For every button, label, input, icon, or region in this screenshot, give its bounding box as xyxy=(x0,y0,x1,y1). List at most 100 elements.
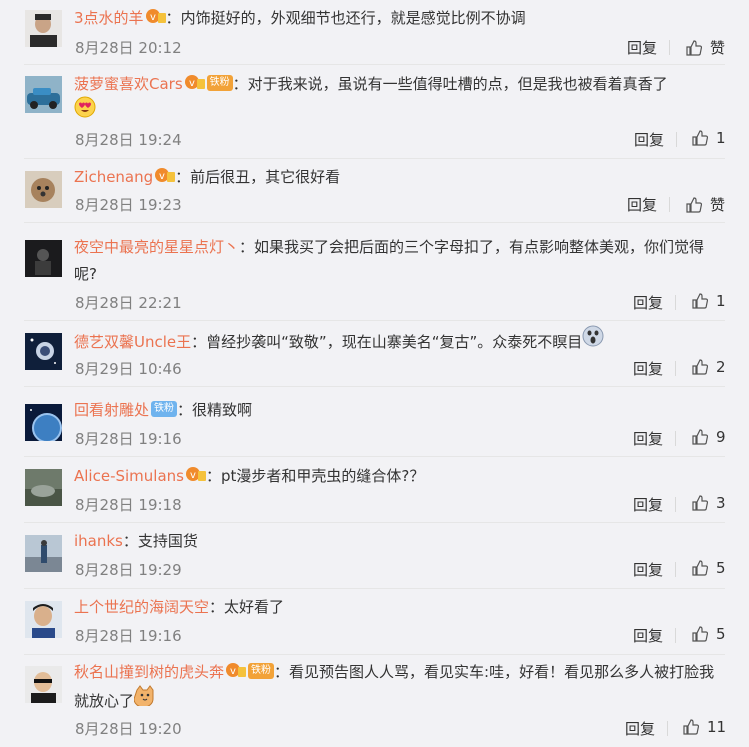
like-count: 5 xyxy=(716,559,726,577)
scream-emoji-icon xyxy=(582,325,604,356)
fan-badge: 铁粉 xyxy=(206,74,233,91)
timestamp: 8月28日 19:29 xyxy=(75,561,182,579)
like-button[interactable]: 赞 xyxy=(686,37,725,58)
like-count: 3 xyxy=(716,494,726,512)
svg-text:v: v xyxy=(189,78,195,89)
row-divider xyxy=(24,522,725,523)
comment-text: 内饰挺好的，外观细节也还行，就是感觉比例不协调 xyxy=(180,9,526,27)
like-count: 1 xyxy=(716,129,726,147)
timestamp: 8月28日 22:21 xyxy=(75,294,182,312)
thumbs-up-icon xyxy=(692,359,708,375)
thumbs-up-icon xyxy=(692,429,708,445)
like-button[interactable]: 1 xyxy=(692,292,726,310)
username[interactable]: 德艺双馨Uncle王 xyxy=(74,333,191,351)
vip-badge-icon: v xyxy=(184,74,205,90)
like-button[interactable]: 9 xyxy=(692,428,726,446)
vip-badge-icon: v xyxy=(226,662,247,678)
reply-button[interactable]: 回复 xyxy=(633,559,663,580)
divider xyxy=(675,361,676,376)
cat-emoji-icon xyxy=(133,684,156,715)
row-divider xyxy=(24,654,725,655)
timestamp: 8月28日 19:16 xyxy=(75,430,182,448)
reply-button[interactable]: 回复 xyxy=(627,37,657,58)
username[interactable]: 上个世纪的海阔天空 xyxy=(74,598,209,616)
avatar[interactable] xyxy=(25,404,62,441)
like-button[interactable]: 5 xyxy=(692,625,726,643)
row-divider xyxy=(24,386,725,387)
row-divider xyxy=(24,320,725,321)
timestamp: 8月28日 19:20 xyxy=(75,720,182,738)
username[interactable]: 夜空中最亮的星星点灯丶 xyxy=(74,238,239,256)
thumbs-up-icon xyxy=(692,495,708,511)
divider xyxy=(675,628,676,643)
divider xyxy=(676,132,677,147)
avatar[interactable] xyxy=(25,10,62,47)
like-button[interactable]: 2 xyxy=(692,358,726,376)
like-button[interactable]: 11 xyxy=(683,718,726,736)
comment-text: 太好看了 xyxy=(224,598,285,616)
svg-text:v: v xyxy=(190,470,196,481)
timestamp: 8月29日 10:46 xyxy=(75,360,182,378)
heart-eyes-emoji-icon xyxy=(74,96,96,127)
fan-badge: 铁粉 xyxy=(248,662,275,679)
avatar[interactable] xyxy=(25,469,62,506)
row-divider xyxy=(24,222,725,223)
comment-text: 对于我来说，虽说有一些值得吐槽的点，但是我也被看着真香了 xyxy=(247,75,668,93)
like-count: 11 xyxy=(707,718,727,736)
thumbs-up-icon xyxy=(692,130,708,146)
timestamp: 8月28日 19:16 xyxy=(75,627,182,645)
avatar[interactable] xyxy=(25,76,62,113)
vip-badge-icon: v xyxy=(145,8,166,24)
thumbs-up-icon xyxy=(686,39,702,56)
thumbs-up-icon xyxy=(686,196,702,213)
like-label: 赞 xyxy=(710,196,726,214)
reply-button[interactable]: 回复 xyxy=(633,292,663,313)
avatar[interactable] xyxy=(25,171,62,208)
avatar[interactable] xyxy=(25,601,62,638)
divider xyxy=(675,295,676,310)
username[interactable]: Alice-Simulans xyxy=(74,467,184,485)
row-divider xyxy=(24,158,725,159)
timestamp: 8月28日 19:24 xyxy=(75,131,182,149)
fan-badge: 铁粉 xyxy=(151,400,178,417)
vip-badge-icon: v xyxy=(185,466,206,482)
thumbs-up-icon xyxy=(692,293,708,309)
row-divider xyxy=(24,64,725,65)
reply-button[interactable]: 回复 xyxy=(633,625,663,646)
avatar[interactable] xyxy=(25,333,62,370)
avatar[interactable] xyxy=(25,666,62,703)
divider xyxy=(675,497,676,512)
username[interactable]: 菠萝蜜喜欢Cars xyxy=(74,75,183,93)
like-button[interactable]: 3 xyxy=(692,494,726,512)
reply-button[interactable]: 回复 xyxy=(625,718,655,739)
avatar[interactable] xyxy=(25,535,62,572)
thumbs-up-icon xyxy=(692,560,708,576)
reply-button[interactable]: 回复 xyxy=(633,358,663,379)
reply-button[interactable]: 回复 xyxy=(633,494,663,515)
username[interactable]: Zichenang xyxy=(74,168,153,186)
like-label: 赞 xyxy=(710,39,726,57)
reply-button[interactable]: 回复 xyxy=(627,194,657,215)
like-button[interactable]: 1 xyxy=(692,129,726,147)
row-divider xyxy=(24,588,725,589)
like-button[interactable]: 5 xyxy=(692,559,726,577)
thumbs-up-icon xyxy=(692,626,708,642)
like-count: 1 xyxy=(716,292,726,310)
like-button[interactable]: 赞 xyxy=(686,194,725,215)
reply-button[interactable]: 回复 xyxy=(633,428,663,449)
username[interactable]: ihanks xyxy=(74,532,123,550)
svg-text:v: v xyxy=(150,12,156,23)
thumbs-up-icon xyxy=(683,719,699,735)
comment-text: 曾经抄袭叫“致敬”，现在山寨美名“复古”。众泰死不瞑目 xyxy=(206,333,583,351)
comment-text: pt漫步者和甲壳虫的缝合体?？ xyxy=(221,467,425,485)
username[interactable]: 回看射雕处 xyxy=(74,401,149,419)
divider xyxy=(669,197,670,212)
reply-button[interactable]: 回复 xyxy=(634,129,664,150)
timestamp: 8月28日 19:23 xyxy=(75,196,182,214)
like-count: 9 xyxy=(716,428,726,446)
divider xyxy=(675,431,676,446)
username[interactable]: 3点水的羊 xyxy=(74,9,144,27)
username[interactable]: 秋名山撞到树的虎头奔 xyxy=(74,663,224,681)
avatar[interactable] xyxy=(25,240,62,277)
svg-text:v: v xyxy=(230,666,236,677)
